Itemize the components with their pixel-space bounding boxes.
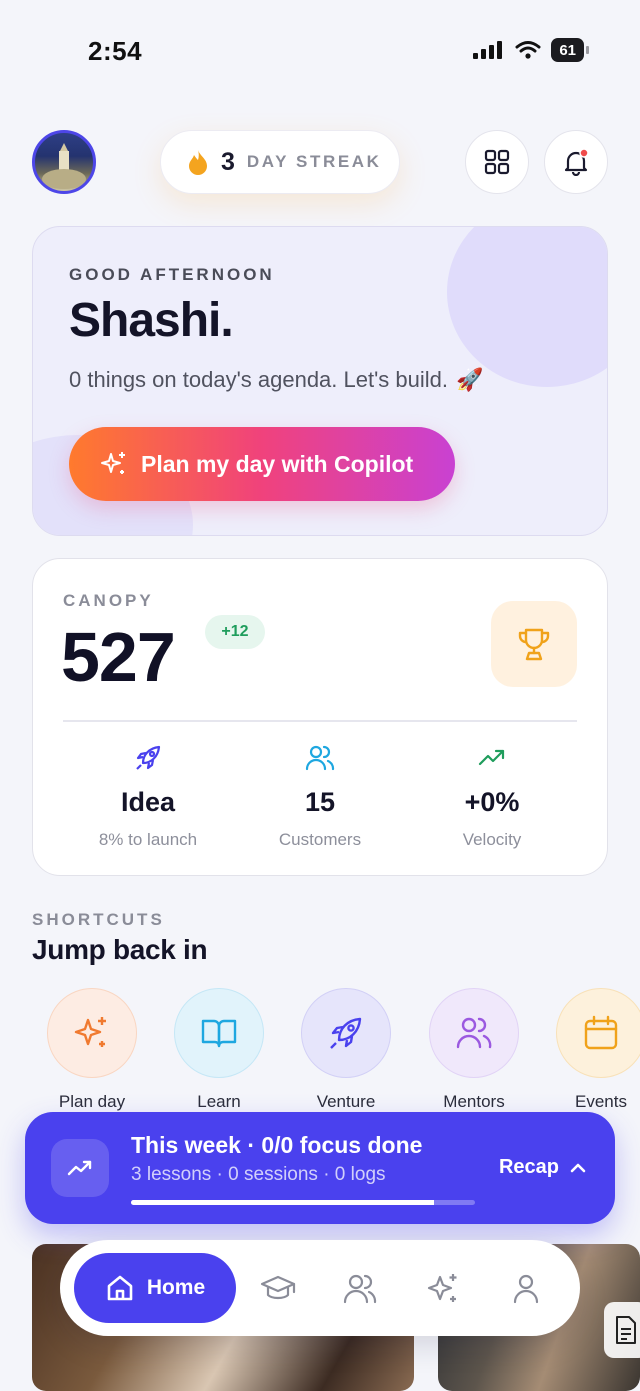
shortcut-venture[interactable]: Venture [286,988,406,1112]
trending-up-icon [67,1160,92,1176]
stat-velocity-label: Velocity [462,830,522,849]
streak-count: 3 [221,147,235,176]
home-icon [107,1275,133,1301]
trophy-icon [518,628,550,661]
notifications-button[interactable] [544,130,608,194]
shortcut-label: Mentors [443,1092,505,1111]
shortcut-events[interactable]: Events [541,988,640,1112]
greeting-name: Shashi. [69,294,234,347]
shortcut-mentors[interactable]: Mentors [414,988,534,1112]
flame-icon [189,150,207,175]
rocket-icon [136,745,161,770]
greeting-subtitle: 0 things on today's agenda. Let's build.… [69,367,483,393]
document-button[interactable] [604,1302,640,1358]
shortcut-label: Learn [197,1092,241,1111]
shortcut-label: Events [575,1092,627,1111]
avatar[interactable] [32,130,96,194]
graduation-cap-icon [260,1275,296,1300]
status-time: 2:54 [88,36,143,66]
stat-velocity-value: +0% [464,787,520,817]
tab-profile[interactable] [506,1268,546,1308]
wifi-icon [515,41,541,59]
users-icon [343,1274,377,1304]
greeting-card: GOOD AFTERNOON Shashi. 0 things on today… [32,226,608,536]
grid-icon [484,149,510,175]
stat-customers-label: Customers [278,830,362,849]
bottom-tab-bar: Home [60,1240,580,1336]
users-icon [456,1017,492,1049]
plan-day-copilot-button[interactable]: Plan my day with Copilot [69,427,455,501]
decorative-blob [447,227,607,387]
tab-copilot[interactable] [423,1268,463,1308]
sparkle-icon [101,452,125,474]
bell-icon [564,148,589,176]
book-icon [201,1019,237,1048]
recap-label: Recap [498,1156,559,1178]
status-icons: 61 [473,38,589,62]
copilot-button-label: Plan my day with Copilot [141,450,414,477]
tab-learn[interactable] [258,1268,298,1308]
tab-home[interactable]: Home [74,1253,236,1323]
shortcut-venture-circle[interactable] [301,988,391,1078]
stat-stage-label: 8% to launch [98,830,198,849]
stat-stage: Idea 8% to launch [62,743,234,850]
weekly-summary-icon-box [51,1139,109,1197]
tab-home-label: Home [146,1276,206,1299]
stat-velocity: +0% Velocity [406,743,578,850]
weekly-progress-bar [131,1200,475,1205]
streak-badge[interactable]: 3 DAY STREAK [160,130,400,194]
weekly-summary-subtitle: 3 lessons · 0 sessions · 0 logs [131,1164,386,1185]
shortcut-plan-day-circle[interactable] [47,988,137,1078]
sparkle-icon [74,1017,106,1047]
shortcut-label: Plan day [58,1092,126,1111]
shortcut-plan-day[interactable]: Plan day [32,988,152,1112]
weekly-summary-bar[interactable]: This week · 0/0 focus done 3 lessons · 0… [25,1112,615,1224]
signal-icon [473,41,503,59]
shortcuts-title: Jump back in [32,934,208,965]
greeting-subtitle-text: 0 things on today's agenda. Let's build. [69,367,449,392]
streak-label: DAY STREAK [246,152,382,171]
users-icon [305,745,335,771]
weekly-summary-title: This week · 0/0 focus done [131,1132,423,1158]
rocket-emoji: 🚀 [456,367,484,392]
chevron-up-icon [570,1163,586,1172]
battery-indicator: 61 [551,38,589,62]
shortcut-events-circle[interactable] [556,988,640,1078]
document-icon [616,1316,636,1344]
stat-stage-value: Idea [120,787,176,817]
tab-community[interactable] [340,1268,380,1308]
calendar-icon [584,1015,618,1050]
status-bar: 2:54 61 [0,0,640,100]
shortcut-learn[interactable]: Learn [159,988,279,1112]
avatar-photo-icon [42,143,86,189]
stat-customers-value: 15 [304,787,336,817]
canopy-card[interactable]: CANOPY 527 +12 Idea 8% to launch 15 Cust… [32,558,608,876]
sparkle-icon [427,1274,457,1302]
trending-up-icon [478,749,505,766]
greeting-eyebrow: GOOD AFTERNOON [69,265,275,284]
recap-button[interactable]: Recap [499,1156,587,1179]
canopy-label: CANOPY [63,591,154,610]
canopy-score: 527 [61,618,176,696]
shortcut-learn-circle[interactable] [174,988,264,1078]
apps-grid-button[interactable] [465,130,529,194]
shortcuts-eyebrow: SHORTCUTS [32,910,165,929]
shortcut-label: Venture [316,1092,376,1111]
weekly-progress-fill [131,1200,434,1205]
shortcut-mentors-circle[interactable] [429,988,519,1078]
stat-customers: 15 Customers [234,743,406,850]
card-divider [63,720,577,722]
profile-icon [513,1274,539,1304]
canopy-delta-badge: +12 [205,615,265,649]
trophy-button[interactable] [491,601,577,687]
rocket-icon [330,1017,362,1049]
